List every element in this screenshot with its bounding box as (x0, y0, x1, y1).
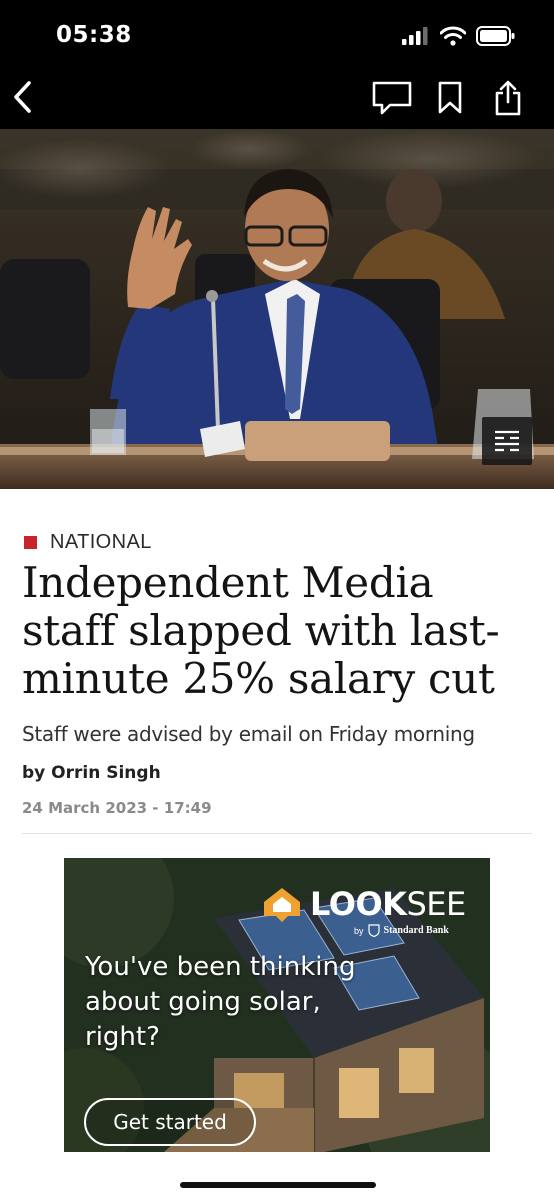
comment-icon (372, 81, 412, 115)
article-subtitle: Staff were advised by email on Friday mo… (22, 722, 475, 746)
top-bar: 05:38 (0, 0, 554, 129)
ad-brand-light: SEE (406, 885, 466, 923)
home-indicator[interactable] (180, 1182, 376, 1188)
publish-date: 24 March 2023 - 17:49 (22, 799, 212, 817)
ad-sponsor-by: by (354, 925, 364, 936)
gallery-button[interactable] (482, 417, 532, 465)
ad-get-started-button[interactable]: Get started (84, 1098, 256, 1146)
standard-bank-shield-icon (367, 924, 380, 937)
status-icons (402, 26, 516, 46)
nav-actions (372, 80, 528, 116)
share-icon (495, 80, 521, 116)
ad-brand-bold: LOOK (310, 885, 407, 923)
ad-logo: LOOKSEE (260, 884, 466, 924)
battery-icon (476, 26, 515, 46)
back-button[interactable] (10, 80, 36, 114)
share-button[interactable] (488, 80, 528, 116)
bookmark-button[interactable] (430, 80, 470, 116)
category-label: NATIONAL (50, 531, 152, 553)
bookmark-icon (438, 81, 462, 114)
ad-sponsor-name: Standard Bank (383, 925, 449, 936)
wifi-icon (440, 26, 466, 46)
hero-photo (0, 129, 554, 489)
divider (22, 833, 532, 834)
house-speech-bubble-icon (264, 888, 300, 922)
ad-brand-text: LOOKSEE (310, 885, 466, 923)
chevron-left-icon (14, 81, 31, 113)
ad-sponsor: by Standard Bank (354, 924, 449, 937)
hero-image[interactable] (0, 129, 554, 489)
advertisement-banner[interactable]: LOOKSEE by Standard Bank You've been thi… (64, 858, 490, 1152)
status-time: 05:38 (56, 22, 132, 48)
category-marker (24, 536, 37, 549)
category-tag[interactable]: NATIONAL (24, 531, 152, 554)
author-byline[interactable]: by Orrin Singh (22, 763, 161, 783)
article-headline: Independent Media staff slapped with las… (22, 558, 500, 703)
comments-button[interactable] (372, 80, 412, 116)
ad-headline: You've been thinking about going solar, … (85, 952, 356, 1052)
gallery-list-icon (495, 430, 519, 452)
signal-icon (402, 27, 428, 45)
